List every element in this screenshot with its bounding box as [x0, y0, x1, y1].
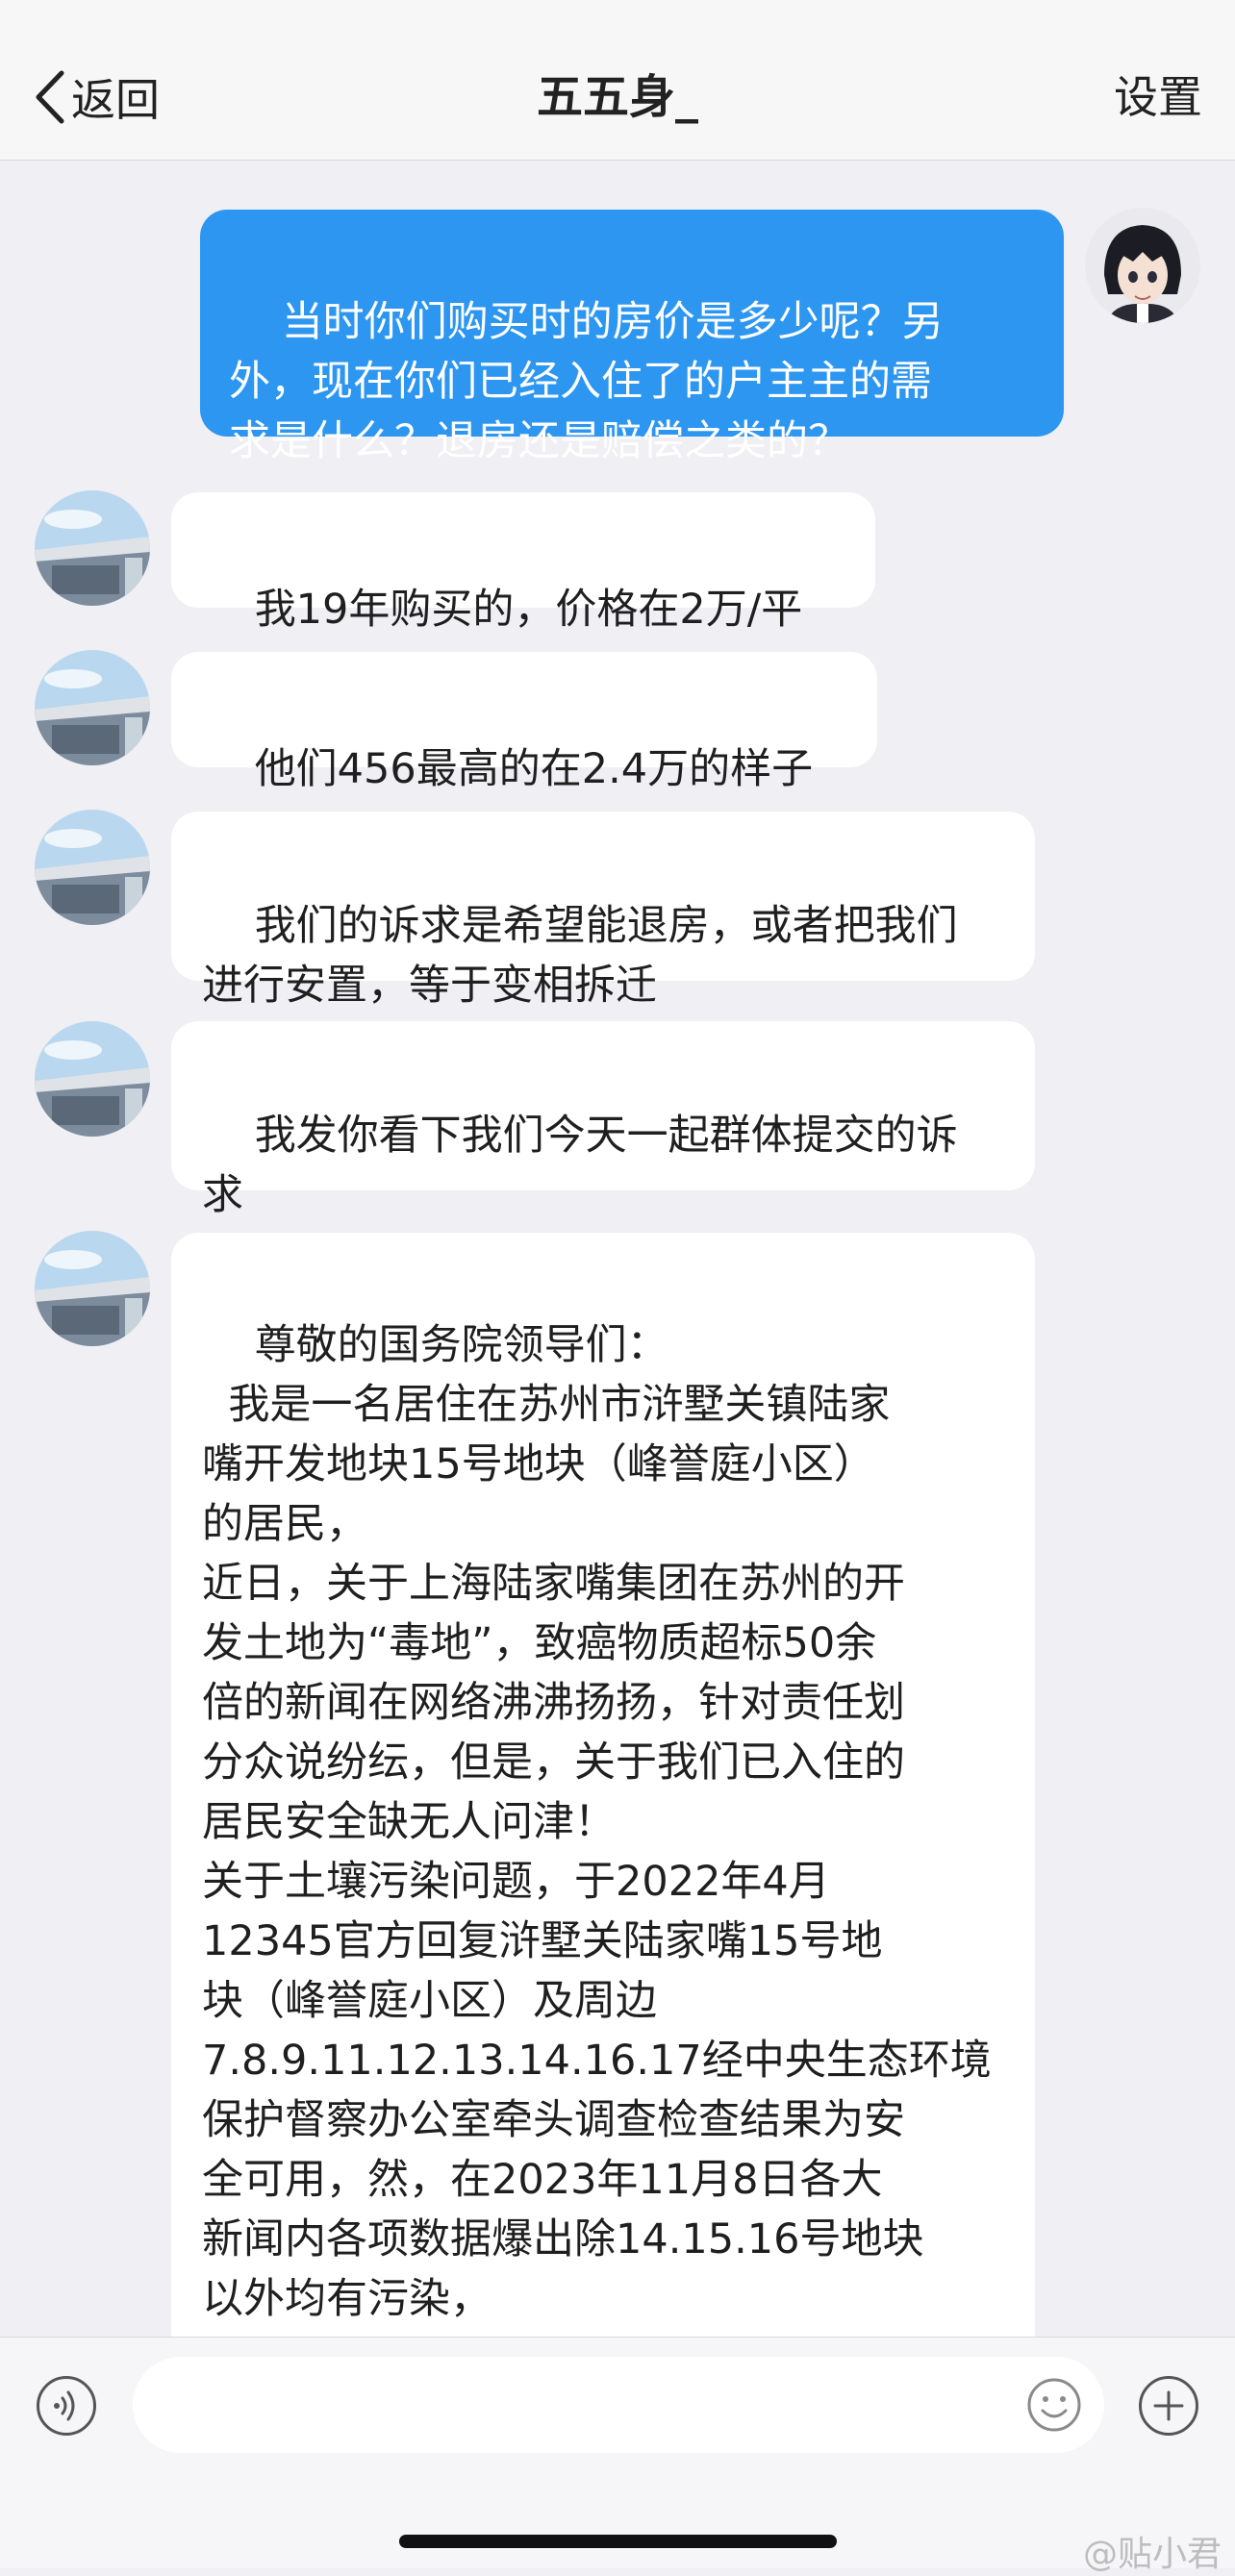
- navigation-bar: 返回 五五身_ 设置: [0, 0, 1235, 161]
- my-avatar[interactable]: [1085, 208, 1200, 323]
- contact-avatar[interactable]: [35, 1021, 150, 1137]
- message-bubble-received[interactable]: 他们456最高的在2.4万的样子: [171, 652, 877, 793]
- house-photo-avatar-icon: [35, 490, 150, 606]
- contact-avatar[interactable]: [35, 1231, 150, 1346]
- house-photo-avatar-icon: [35, 810, 150, 925]
- message-bubble-sent[interactable]: 当时你们购买时的房价是多少呢？另 外，现在你们已经入住了的户主主的需 求是什么？…: [200, 210, 1064, 465]
- page-title: 五五身_: [536, 70, 698, 124]
- house-photo-avatar-icon: [35, 1021, 150, 1137]
- message-bubble-received[interactable]: 我们的诉求是希望能退房，或者把我们 进行安置，等于变相拆迁: [171, 812, 1035, 1010]
- contact-avatar[interactable]: [35, 650, 150, 765]
- anime-avatar-icon: [1085, 208, 1200, 323]
- chat-area[interactable]: 当时你们购买时的房价是多少呢？另 外，现在你们已经入住了的户主主的需 求是什么？…: [0, 160, 1235, 2337]
- message-text: 我19年购买的，价格在2万/平: [254, 586, 803, 634]
- voice-icon: [54, 2390, 75, 2421]
- message-text: 我们的诉求是希望能退房，或者把我们 进行安置，等于变相拆迁: [202, 902, 958, 1010]
- voice-button[interactable]: [37, 2376, 96, 2436]
- input-bar: @贴小君: [0, 2337, 1235, 2574]
- message-input[interactable]: [133, 2357, 1104, 2453]
- emoji-icon[interactable]: [1025, 2376, 1083, 2434]
- plus-icon: [1153, 2390, 1184, 2421]
- message-text: 尊敬的国务院领导们： 我是一名居住在苏州市浒墅关镇陆家 嘴开发地块15号地块（峰…: [202, 1321, 992, 2337]
- contact-avatar[interactable]: [35, 490, 150, 606]
- message-bubble-received[interactable]: 尊敬的国务院领导们： 我是一名居住在苏州市浒墅关镇陆家 嘴开发地块15号地块（峰…: [171, 1233, 1035, 2337]
- settings-button[interactable]: 设置: [1114, 65, 1202, 129]
- home-indicator[interactable]: [399, 2535, 837, 2548]
- message-bubble-received[interactable]: 我19年购买的，价格在2万/平: [171, 492, 875, 634]
- message-text: 我发你看下我们今天一起群体提交的诉 求: [202, 1112, 958, 1219]
- message-text: 他们456最高的在2.4万的样子: [254, 745, 814, 793]
- house-photo-avatar-icon: [35, 650, 150, 765]
- house-photo-avatar-icon: [35, 1231, 150, 1346]
- contact-avatar[interactable]: [35, 810, 150, 925]
- message-text: 当时你们购买时的房价是多少呢？另 外，现在你们已经入住了的户主主的需 求是什么？…: [229, 298, 944, 465]
- watermark: @贴小君: [1082, 2535, 1222, 2574]
- message-bubble-received[interactable]: 我发你看下我们今天一起群体提交的诉 求: [171, 1021, 1035, 1219]
- add-button[interactable]: [1139, 2376, 1198, 2436]
